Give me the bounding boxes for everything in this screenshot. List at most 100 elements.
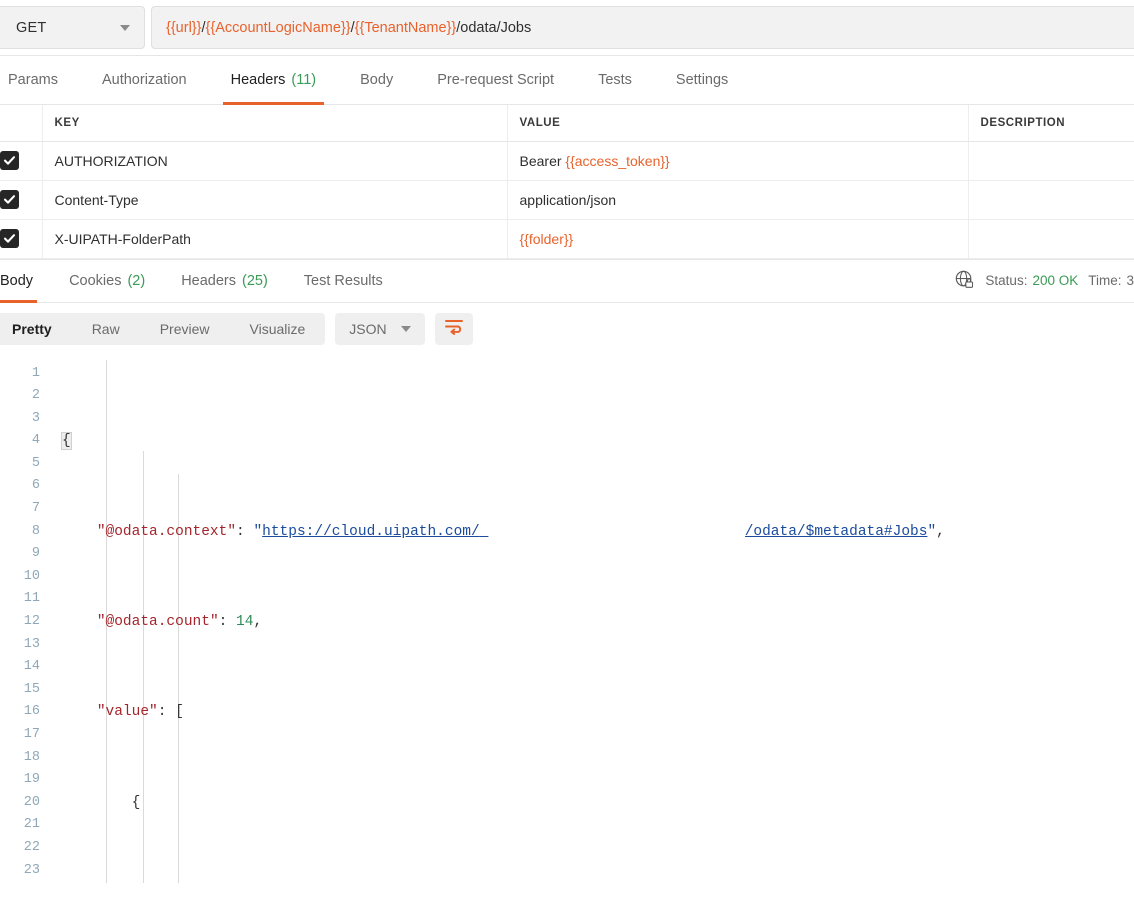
request-tab-bar: Params Authorization Headers(11) Body Pr… bbox=[0, 56, 1134, 105]
header-value-authorization-variable: {{access_token}} bbox=[565, 153, 669, 169]
json-line-5: { bbox=[62, 792, 1134, 815]
url-variable-tenant: {{TenantName}} bbox=[355, 20, 457, 36]
line-number: 15 bbox=[0, 679, 46, 702]
word-wrap-icon bbox=[444, 318, 464, 340]
line-number: 23 bbox=[0, 860, 46, 883]
checkbox-authorization[interactable] bbox=[0, 151, 19, 170]
response-format-toolbar: Pretty Raw Preview Visualize JSON bbox=[0, 303, 1134, 356]
response-tab-test-results[interactable]: Test Results bbox=[286, 260, 401, 302]
line-number: 21 bbox=[0, 814, 46, 837]
tab-pre-request-script-label: Pre-request Script bbox=[437, 72, 554, 88]
request-url-bar: GET {{url}}/{{AccountLogicName}}/{{Tenan… bbox=[0, 0, 1134, 56]
line-number: 20 bbox=[0, 792, 46, 815]
response-tab-headers-label: Headers bbox=[181, 273, 236, 289]
line-number: 6 bbox=[0, 475, 46, 498]
format-button-preview[interactable]: Preview bbox=[140, 313, 230, 345]
header-column-description: DESCRIPTION bbox=[968, 105, 1134, 141]
tab-authorization[interactable]: Authorization bbox=[80, 56, 209, 104]
header-key-content-type[interactable]: Content-Type bbox=[42, 180, 507, 219]
response-status-group: Status: 200 OK Time: 3 bbox=[954, 260, 1134, 302]
status-value: 200 OK bbox=[1032, 273, 1078, 288]
row-checkbox-cell bbox=[0, 141, 42, 180]
row-checkbox-cell bbox=[0, 219, 42, 258]
response-body-json-viewer[interactable]: 1 2 3 4 5 6 7 8 9 10 11 12 13 14 15 16 1… bbox=[0, 356, 1134, 883]
tab-params[interactable]: Params bbox=[0, 56, 80, 104]
word-wrap-toggle[interactable] bbox=[435, 313, 473, 345]
globe-lock-icon[interactable] bbox=[954, 269, 975, 293]
url-variable-url: {{url}} bbox=[166, 20, 202, 36]
response-tab-headers[interactable]: Headers(25) bbox=[163, 260, 286, 302]
redacted-segment bbox=[480, 521, 745, 544]
line-number: 14 bbox=[0, 656, 46, 679]
request-url-input[interactable]: {{url}}/{{AccountLogicName}}/{{TenantNam… bbox=[151, 6, 1134, 49]
header-value-authorization-text: Bearer bbox=[520, 153, 566, 169]
row-checkbox-cell bbox=[0, 180, 42, 219]
line-number: 5 bbox=[0, 453, 46, 476]
format-button-visualize[interactable]: Visualize bbox=[230, 313, 326, 345]
language-selector-label: JSON bbox=[349, 321, 386, 337]
header-description-authorization[interactable] bbox=[968, 141, 1134, 180]
tab-body[interactable]: Body bbox=[338, 56, 415, 104]
line-number: 17 bbox=[0, 724, 46, 747]
chevron-down-icon bbox=[401, 326, 411, 332]
json-key-odata-count: "@odata.count" bbox=[97, 614, 219, 630]
tab-settings[interactable]: Settings bbox=[654, 56, 750, 104]
header-value-content-type[interactable]: application/json bbox=[507, 180, 968, 219]
line-number: 13 bbox=[0, 634, 46, 657]
tab-authorization-label: Authorization bbox=[102, 72, 187, 88]
json-key-value: "value" bbox=[97, 704, 158, 720]
tab-tests[interactable]: Tests bbox=[576, 56, 654, 104]
status-label: Status: bbox=[985, 273, 1027, 288]
table-row: Content-Type application/json bbox=[0, 180, 1134, 219]
request-url-text: {{url}}/{{AccountLogicName}}/{{TenantNam… bbox=[166, 20, 531, 36]
line-number: 3 bbox=[0, 408, 46, 431]
time-label: Time: bbox=[1088, 273, 1121, 288]
format-button-visualize-label: Visualize bbox=[250, 321, 306, 337]
json-line-2: "@odata.context": "https://cloud.uipath.… bbox=[62, 521, 1134, 544]
header-description-content-type[interactable] bbox=[968, 180, 1134, 219]
json-value-odata-count: 14 bbox=[236, 614, 253, 630]
line-number: 9 bbox=[0, 543, 46, 566]
http-method-selector[interactable]: GET bbox=[0, 6, 145, 49]
format-button-pretty[interactable]: Pretty bbox=[0, 313, 72, 345]
response-tab-body[interactable]: Body bbox=[0, 260, 51, 302]
line-number: 11 bbox=[0, 588, 46, 611]
format-button-raw[interactable]: Raw bbox=[72, 313, 140, 345]
chevron-down-icon bbox=[120, 25, 130, 31]
line-number: 10 bbox=[0, 566, 46, 589]
format-button-pretty-label: Pretty bbox=[12, 321, 52, 337]
response-tab-body-label: Body bbox=[0, 273, 33, 289]
header-description-folder-path[interactable] bbox=[968, 219, 1134, 258]
header-value-authorization[interactable]: Bearer {{access_token}} bbox=[507, 141, 968, 180]
url-path-suffix: /odata/Jobs bbox=[456, 20, 531, 36]
line-number: 19 bbox=[0, 769, 46, 792]
checkbox-folder-path[interactable] bbox=[0, 229, 19, 248]
json-line-4: "value": [ bbox=[62, 701, 1134, 724]
line-number: 12 bbox=[0, 611, 46, 634]
tab-tests-label: Tests bbox=[598, 72, 632, 88]
json-value-odata-context-url-head: https://cloud.uipath.com/ bbox=[262, 524, 480, 540]
line-number: 2 bbox=[0, 385, 46, 408]
header-key-folder-path[interactable]: X-UIPATH-FolderPath bbox=[42, 219, 507, 258]
tab-headers[interactable]: Headers(11) bbox=[209, 56, 339, 104]
table-row: AUTHORIZATION Bearer {{access_token}} bbox=[0, 141, 1134, 180]
headers-table: KEY VALUE DESCRIPTION AUTHORIZATION Bear… bbox=[0, 105, 1134, 259]
status-badge: Status: 200 OK bbox=[985, 273, 1078, 288]
line-number: 4 bbox=[0, 430, 46, 453]
tab-body-label: Body bbox=[360, 72, 393, 88]
json-line-1: { bbox=[62, 430, 1134, 453]
header-column-value: VALUE bbox=[507, 105, 968, 141]
header-value-folder-path[interactable]: {{folder}} bbox=[507, 219, 968, 258]
json-value-odata-context-url-tail: /odata/$metadata#Jobs bbox=[745, 524, 928, 540]
checkbox-content-type[interactable] bbox=[0, 190, 19, 209]
response-tab-cookies-label: Cookies bbox=[69, 273, 121, 289]
header-key-authorization[interactable]: AUTHORIZATION bbox=[42, 141, 507, 180]
response-tab-cookies[interactable]: Cookies (2) bbox=[51, 260, 163, 302]
language-selector[interactable]: JSON bbox=[335, 313, 424, 345]
response-tab-test-results-label: Test Results bbox=[304, 273, 383, 289]
tab-pre-request-script[interactable]: Pre-request Script bbox=[415, 56, 576, 104]
line-number: 18 bbox=[0, 747, 46, 770]
time-badge: Time: 3 bbox=[1088, 273, 1134, 288]
response-tab-cookies-count: (2) bbox=[127, 273, 145, 289]
line-number: 22 bbox=[0, 837, 46, 860]
